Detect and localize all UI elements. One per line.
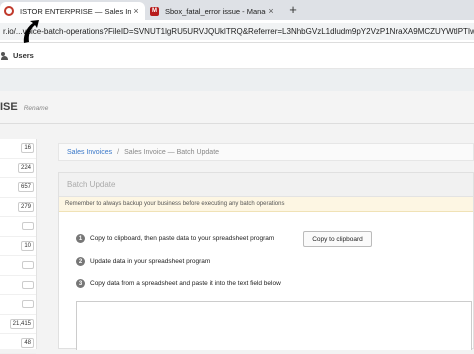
sidebar-item[interactable] [0, 256, 36, 276]
company-name: ISE [0, 101, 18, 113]
count-badge: 21,415 [9, 318, 34, 329]
rename-link[interactable]: Rename [24, 105, 49, 112]
close-icon[interactable]: × [266, 6, 276, 16]
batch-update-panel: Batch Update Remember to always backup y… [58, 172, 474, 350]
count-badge: 279 [17, 201, 34, 212]
count-badge: 657 [17, 182, 34, 193]
tab-istor-enterprise[interactable]: ISTOR ENTERPRISE — Sales Invoic × [0, 2, 145, 20]
step-text: Copy to clipboard, then paste data to yo… [90, 235, 275, 242]
address-bar: r.io/...voice-batch-operations?FileID=SV… [0, 20, 474, 43]
breadcrumb-separator: / [117, 148, 120, 156]
sidebar-item[interactable]: 279 [0, 198, 36, 217]
step-number: 2 [76, 257, 85, 266]
step-number: 1 [76, 234, 85, 243]
sidebar-item[interactable]: 224 [0, 159, 36, 178]
paste-data-textarea[interactable] [76, 301, 472, 350]
users-bookmark[interactable]: Users [13, 51, 34, 60]
m-logo-icon: M [150, 6, 159, 16]
step-1: 1 Copy to clipboard, then paste data to … [76, 234, 274, 243]
top-band [0, 69, 474, 91]
breadcrumb: Sales Invoices / Sales Invoice — Batch U… [58, 143, 474, 161]
breadcrumb-current: Sales Invoice — Batch Update [124, 148, 220, 156]
sidebar-item[interactable] [0, 217, 36, 237]
sidebar: 16 224 657 279 10 21,415 48 [0, 139, 37, 354]
new-tab-button[interactable]: + [286, 3, 300, 17]
sidebar-item[interactable] [0, 295, 36, 315]
sidebar-item[interactable]: 10 [0, 237, 36, 256]
users-icon [1, 51, 10, 60]
step-text: Copy data from a spreadsheet and paste i… [90, 280, 281, 287]
tab-sbox-fatal-error[interactable]: M Sbox_fatal_error issue - Manage × [146, 2, 280, 20]
sidebar-item[interactable]: 657 [0, 178, 36, 198]
browser-tab-strip: ISTOR ENTERPRISE — Sales Invoic × M Sbox… [0, 0, 474, 20]
count-badge: 224 [17, 162, 34, 173]
url-input[interactable]: r.io/...voice-batch-operations?FileID=SV… [0, 23, 474, 40]
breadcrumb-sales-invoices[interactable]: Sales Invoices [67, 149, 112, 156]
sidebar-item[interactable]: 48 [0, 334, 36, 354]
sidebar-item[interactable] [0, 276, 36, 295]
sidebar-item[interactable]: 16 [0, 139, 36, 159]
copy-to-clipboard-button[interactable]: Copy to clipboard [303, 231, 372, 247]
istor-ring-icon [4, 6, 14, 16]
tab-title: Sbox_fatal_error issue - Manage [165, 6, 266, 16]
app-header: ISE Rename [0, 91, 474, 124]
count-badge: 16 [21, 143, 34, 154]
panel-title: Batch Update [59, 173, 473, 197]
step-number: 3 [76, 279, 85, 288]
step-2: 2 Update data in your spreadsheet progra… [76, 257, 210, 266]
count-badge [22, 280, 34, 289]
step-3: 3 Copy data from a spreadsheet and paste… [76, 279, 281, 288]
step-text: Update data in your spreadsheet program [90, 258, 211, 265]
count-badge [22, 261, 34, 270]
url-text: r.io/...voice-batch-operations?FileID=SV… [3, 27, 474, 36]
tab-title: ISTOR ENTERPRISE — Sales Invoic [20, 6, 131, 16]
count-badge: 48 [21, 338, 34, 349]
count-badge [22, 300, 34, 309]
bookmarks-bar: Users [0, 43, 474, 69]
sidebar-item[interactable]: 21,415 [0, 315, 36, 334]
close-icon[interactable]: × [131, 6, 141, 16]
count-badge [22, 222, 34, 231]
backup-notice: Remember to always backup your business … [59, 197, 473, 212]
mouse-cursor-icon [23, 20, 39, 43]
count-badge: 10 [21, 240, 34, 251]
